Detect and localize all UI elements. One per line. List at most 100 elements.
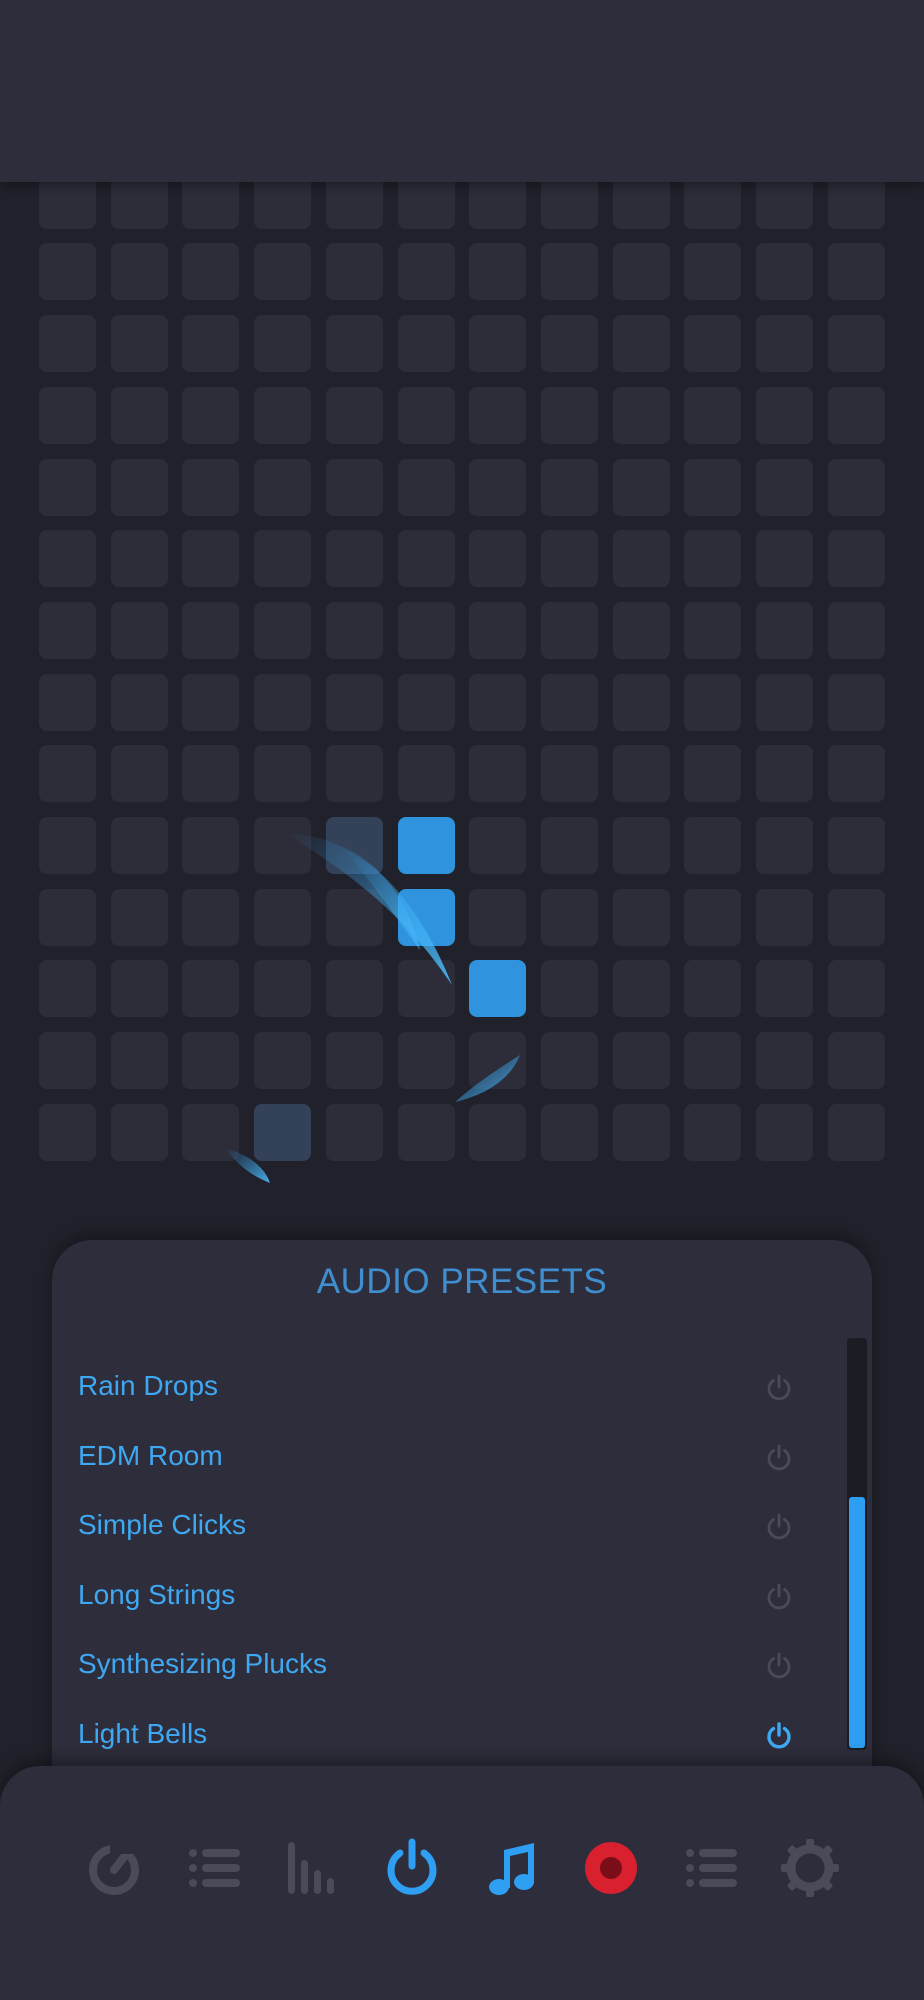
power-icon[interactable] <box>763 1650 795 1682</box>
scrollbar-thumb[interactable] <box>849 1497 865 1748</box>
grid-cell[interactable] <box>756 387 813 444</box>
grid-cell[interactable] <box>398 745 455 802</box>
grid-cell[interactable] <box>182 960 239 1017</box>
grid-cell[interactable] <box>39 602 96 659</box>
grid-cell[interactable] <box>541 817 598 874</box>
grid-cell[interactable] <box>828 387 885 444</box>
grid-cell[interactable] <box>828 530 885 587</box>
grid-cell[interactable] <box>469 387 526 444</box>
grid-cell[interactable] <box>182 315 239 372</box>
preset-scrollbar[interactable] <box>847 1338 867 1750</box>
grid-cell[interactable] <box>111 387 168 444</box>
grid-cell[interactable] <box>182 745 239 802</box>
grid-cell[interactable] <box>111 530 168 587</box>
grid-cell[interactable] <box>613 1104 670 1161</box>
equalizer-icon[interactable] <box>283 1838 343 1898</box>
grid-cell[interactable] <box>326 889 383 946</box>
grid-cell[interactable] <box>326 960 383 1017</box>
power-icon[interactable] <box>763 1581 795 1613</box>
grid-cell[interactable] <box>398 889 455 946</box>
grid-cell[interactable] <box>182 387 239 444</box>
grid-cell[interactable] <box>326 674 383 731</box>
grid-cell[interactable] <box>756 960 813 1017</box>
grid-cell[interactable] <box>828 817 885 874</box>
grid-cell[interactable] <box>541 530 598 587</box>
grid-cell[interactable] <box>111 243 168 300</box>
grid-cell[interactable] <box>39 674 96 731</box>
grid-cell[interactable] <box>828 243 885 300</box>
grid-cell[interactable] <box>613 960 670 1017</box>
grid-cell[interactable] <box>254 889 311 946</box>
grid-cell[interactable] <box>398 960 455 1017</box>
grid-cell[interactable] <box>182 243 239 300</box>
grid-cell[interactable] <box>326 602 383 659</box>
grid-cell[interactable] <box>398 1104 455 1161</box>
grid-cell[interactable] <box>828 459 885 516</box>
grid-cell[interactable] <box>756 674 813 731</box>
grid-cell[interactable] <box>182 1104 239 1161</box>
grid-cell[interactable] <box>541 1032 598 1089</box>
grid-cell[interactable] <box>254 745 311 802</box>
grid-cell[interactable] <box>111 889 168 946</box>
grid-cell[interactable] <box>613 674 670 731</box>
grid-cell[interactable] <box>398 315 455 372</box>
grid-cell[interactable] <box>828 960 885 1017</box>
grid-cell[interactable] <box>398 459 455 516</box>
grid-cell[interactable] <box>39 1104 96 1161</box>
gauge-icon[interactable] <box>84 1838 144 1898</box>
grid-cell[interactable] <box>684 1032 741 1089</box>
grid-cell[interactable] <box>541 1104 598 1161</box>
grid-cell[interactable] <box>39 530 96 587</box>
grid-cell[interactable] <box>613 530 670 587</box>
grid-cell[interactable] <box>828 1032 885 1089</box>
grid-cell[interactable] <box>541 459 598 516</box>
list-icon[interactable] <box>681 1838 741 1898</box>
grid-cell[interactable] <box>111 674 168 731</box>
grid-cell[interactable] <box>182 602 239 659</box>
grid-cell[interactable] <box>684 602 741 659</box>
grid-cell[interactable] <box>756 745 813 802</box>
grid-cell[interactable] <box>756 817 813 874</box>
grid-cell[interactable] <box>111 817 168 874</box>
grid-cell[interactable] <box>39 889 96 946</box>
grid-cell[interactable] <box>541 243 598 300</box>
grid-cell[interactable] <box>254 602 311 659</box>
grid-cell[interactable] <box>398 674 455 731</box>
grid-cell[interactable] <box>469 1032 526 1089</box>
preset-item[interactable]: Light Bells <box>52 1706 812 1766</box>
grid-cell[interactable] <box>684 960 741 1017</box>
grid-cell[interactable] <box>684 387 741 444</box>
grid-cell[interactable] <box>254 1032 311 1089</box>
grid-cell[interactable] <box>254 1104 311 1161</box>
grid-cell[interactable] <box>828 315 885 372</box>
grid-cell[interactable] <box>613 602 670 659</box>
grid-cell[interactable] <box>613 889 670 946</box>
grid-cell[interactable] <box>469 243 526 300</box>
grid-cell[interactable] <box>254 817 311 874</box>
grid-cell[interactable] <box>398 530 455 587</box>
grid-cell[interactable] <box>111 1032 168 1089</box>
grid-cell[interactable] <box>326 530 383 587</box>
grid-cell[interactable] <box>684 315 741 372</box>
preset-item[interactable]: Simple Clicks <box>52 1497 812 1557</box>
grid-cell[interactable] <box>39 459 96 516</box>
grid-cell[interactable] <box>756 243 813 300</box>
grid-cell[interactable] <box>684 674 741 731</box>
grid-cell[interactable] <box>39 315 96 372</box>
preset-item[interactable]: Synthesizing Plucks <box>52 1636 812 1696</box>
grid-cell[interactable] <box>111 960 168 1017</box>
grid-cell[interactable] <box>684 745 741 802</box>
grid-cell[interactable] <box>254 243 311 300</box>
power-icon[interactable] <box>382 1838 442 1898</box>
grid-cell[interactable] <box>756 1104 813 1161</box>
grid-cell[interactable] <box>684 530 741 587</box>
grid-cell[interactable] <box>182 1032 239 1089</box>
grid-cell[interactable] <box>613 459 670 516</box>
grid-cell[interactable] <box>613 315 670 372</box>
grid-cell[interactable] <box>111 459 168 516</box>
grid-cell[interactable] <box>756 459 813 516</box>
grid-cell[interactable] <box>39 1032 96 1089</box>
grid-cell[interactable] <box>684 817 741 874</box>
record-icon[interactable] <box>581 1838 641 1898</box>
grid-cell[interactable] <box>111 315 168 372</box>
